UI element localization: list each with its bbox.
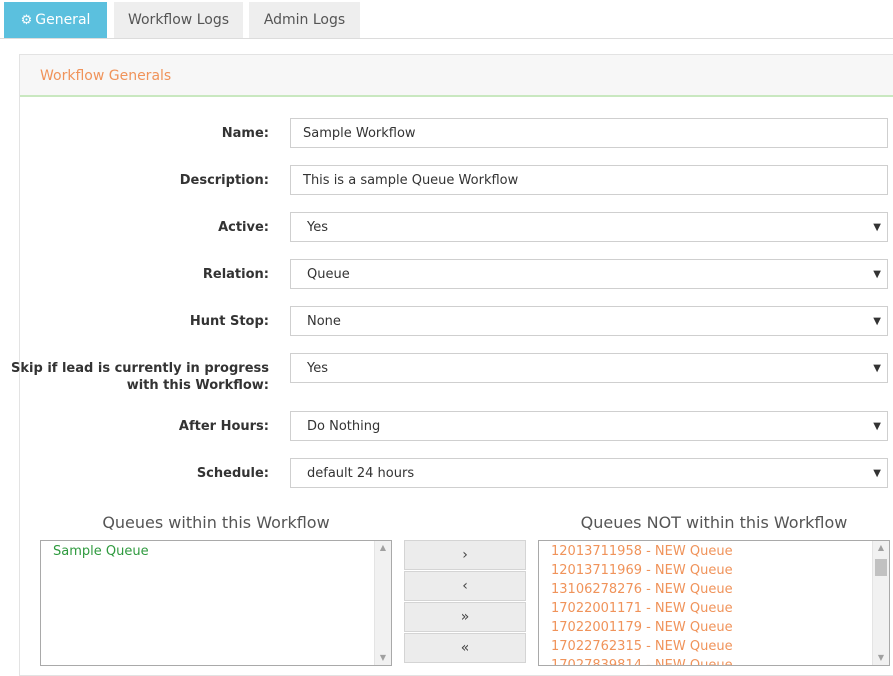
hunt-stop-label: Hunt Stop: [189, 314, 269, 329]
tab-workflow-logs[interactable]: Workflow Logs [114, 2, 243, 38]
hunt-stop-select-value: None [307, 314, 341, 329]
scroll-down-icon[interactable]: ▼ [375, 653, 391, 662]
caret-down-icon: ▼ [873, 363, 881, 374]
list-item[interactable]: Sample Queue [41, 541, 391, 561]
skip-label-line2: with this Workflow: [126, 378, 269, 393]
skip-select-value: Yes [307, 361, 328, 376]
after-hours-label: After Hours: [178, 419, 269, 434]
active-label: Active: [218, 220, 269, 235]
scrollbar-thumb[interactable] [875, 559, 887, 576]
tab-admin-logs-label: Admin Logs [263, 12, 346, 28]
list-item[interactable]: 17022001171 - NEW Queue [539, 599, 889, 618]
after-hours-select-value: Do Nothing [307, 419, 381, 434]
tab-admin-logs[interactable]: Admin Logs [249, 2, 360, 38]
queues-in-title: Queues within this Workflow [102, 513, 330, 532]
tab-bar: ⚙ General Workflow Logs Admin Logs [0, 0, 893, 39]
panel-title: Workflow Generals [20, 55, 893, 97]
list-item[interactable]: 12013711958 - NEW Queue [539, 542, 889, 561]
queues-in-list[interactable]: Sample Queue ▲ ▼ [40, 540, 392, 666]
description-label: Description: [179, 173, 269, 188]
list-item[interactable]: 13106278276 - NEW Queue [539, 580, 889, 599]
list-item[interactable]: 17022001179 - NEW Queue [539, 618, 889, 637]
queues-out-list[interactable]: 12013711958 - NEW Queue 12013711969 - NE… [538, 540, 890, 666]
caret-down-icon: ▼ [873, 316, 881, 327]
list-item[interactable]: 12013711969 - NEW Queue [539, 561, 889, 580]
scrollbar[interactable]: ▲ ▼ [872, 541, 889, 665]
queues-out-title: Queues NOT within this Workflow [580, 513, 848, 532]
hunt-stop-select[interactable]: None ▼ [290, 306, 888, 336]
tab-general-label: General [35, 12, 91, 28]
schedule-select-value: default 24 hours [307, 466, 415, 481]
relation-select[interactable]: Queue ▼ [290, 259, 888, 289]
move-all-right-button[interactable]: » [404, 602, 526, 632]
caret-down-icon: ▼ [873, 421, 881, 432]
skip-select[interactable]: Yes ▼ [290, 353, 888, 383]
caret-down-icon: ▼ [873, 269, 881, 280]
tab-general[interactable]: ⚙ General [4, 2, 107, 38]
workflow-generals-panel: Workflow Generals Name: Sample Workflow … [11, 54, 893, 676]
schedule-select[interactable]: default 24 hours ▼ [290, 458, 888, 488]
list-item[interactable]: 17027839814 - NEW Queue [539, 656, 889, 665]
skip-label-line1: Skip if lead is currently in progress [11, 361, 269, 376]
move-all-left-button[interactable]: « [404, 633, 526, 663]
relation-select-value: Queue [307, 267, 350, 282]
after-hours-select[interactable]: Do Nothing ▼ [290, 411, 888, 441]
scroll-up-icon[interactable]: ▲ [375, 543, 391, 552]
schedule-label: Schedule: [196, 466, 269, 481]
skip-label: Skip if lead is currently in progress wi… [9, 360, 269, 394]
move-left-button[interactable]: ‹ [404, 571, 526, 601]
name-label: Name: [221, 126, 269, 141]
relation-label: Relation: [202, 267, 269, 282]
description-input[interactable]: This is a sample Queue Workflow [290, 165, 888, 195]
caret-down-icon: ▼ [873, 222, 881, 233]
list-item[interactable]: 17022762315 - NEW Queue [539, 637, 889, 656]
active-select-value: Yes [307, 220, 328, 235]
name-input[interactable]: Sample Workflow [290, 118, 888, 148]
scroll-up-icon[interactable]: ▲ [873, 543, 889, 552]
tab-workflow-logs-label: Workflow Logs [127, 12, 230, 28]
scroll-down-icon[interactable]: ▼ [873, 653, 889, 662]
move-right-button[interactable]: › [404, 540, 526, 570]
caret-down-icon: ▼ [873, 468, 881, 479]
active-select[interactable]: Yes ▼ [290, 212, 888, 242]
scrollbar[interactable]: ▲ ▼ [374, 541, 391, 665]
gears-icon: ⚙ [20, 13, 33, 28]
